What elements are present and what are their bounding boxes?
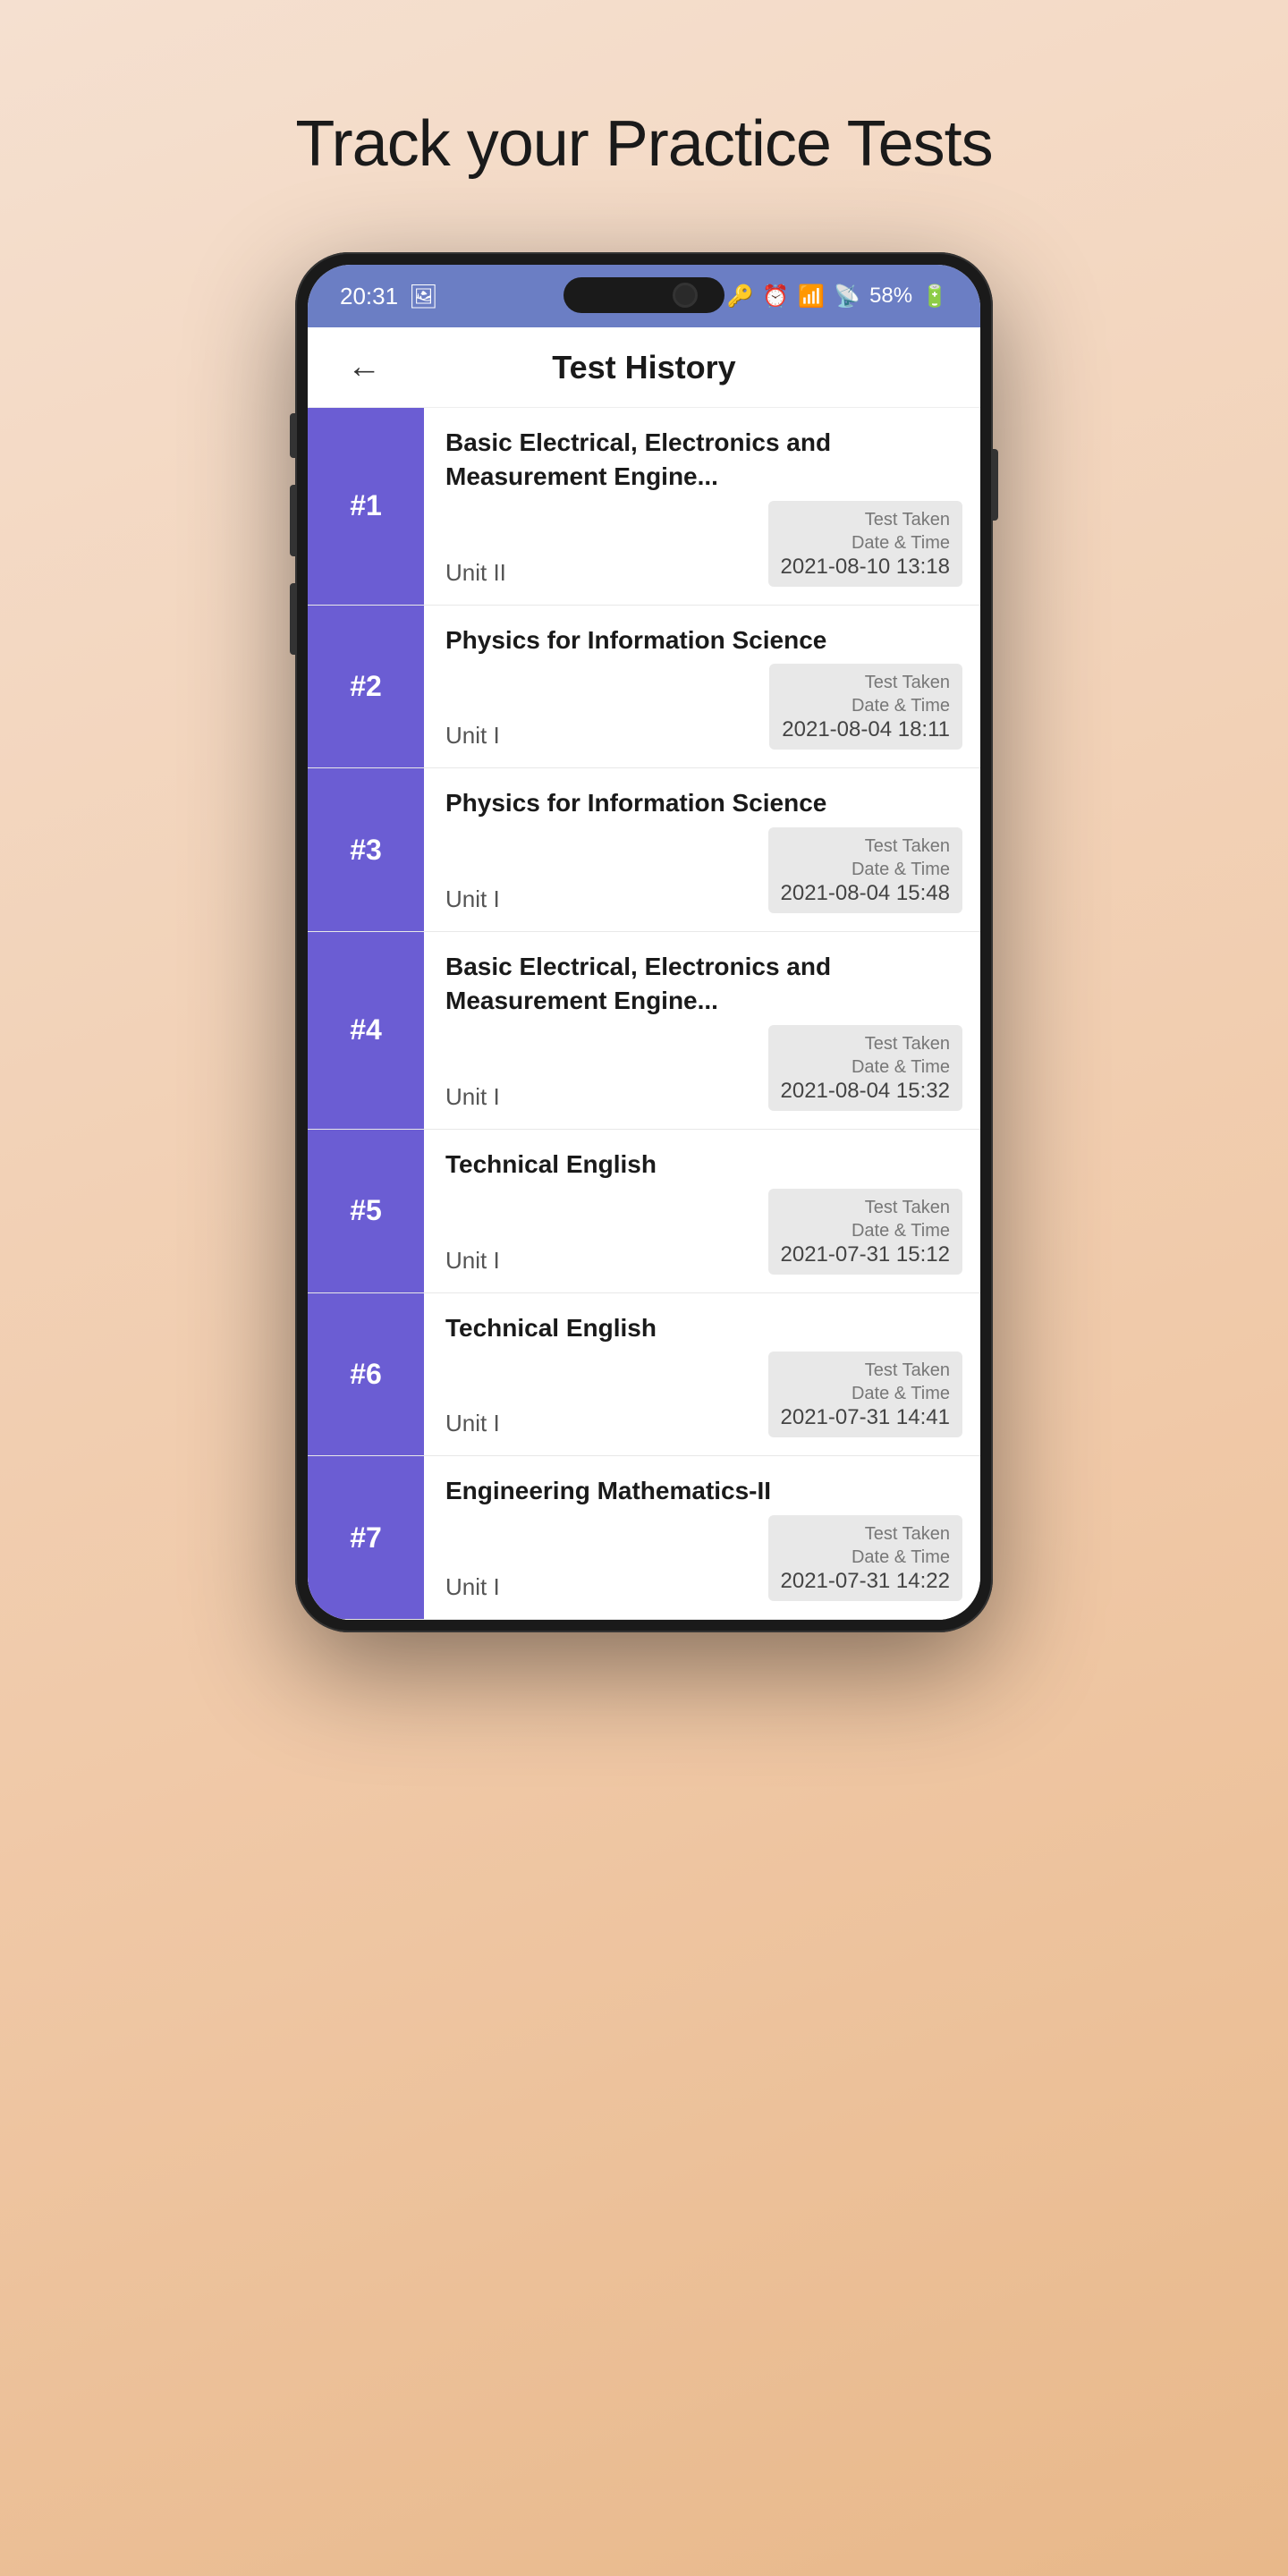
item-content: Engineering Mathematics-II Unit I Test T… — [424, 1456, 980, 1619]
item-content: Basic Electrical, Electronics and Measur… — [424, 408, 980, 605]
notch — [564, 277, 724, 313]
item-subject: Technical English — [445, 1311, 962, 1345]
item-subject: Physics for Information Science — [445, 786, 962, 820]
item-content: Physics for Information Science Unit I T… — [424, 606, 980, 768]
test-history-list: #1 Basic Electrical, Electronics and Mea… — [308, 408, 980, 1620]
item-subject: Physics for Information Science — [445, 623, 962, 657]
item-content: Technical English Unit I Test TakenDate … — [424, 1130, 980, 1292]
item-subject: Engineering Mathematics-II — [445, 1474, 962, 1508]
item-number-badge: #4 — [308, 932, 424, 1129]
extra-button — [290, 583, 295, 655]
status-right: 🔑 ⏰ 📶 📡 58% 🔋 — [727, 284, 949, 309]
item-subject: Technical English — [445, 1148, 962, 1182]
date-value: 2021-08-04 15:48 — [781, 881, 951, 906]
list-item[interactable]: #3 Physics for Information Science Unit … — [308, 768, 980, 932]
date-label: Test TakenDate & Time — [781, 1359, 951, 1405]
item-bottom: Unit I Test TakenDate & Time 2021-07-31 … — [445, 1352, 962, 1437]
item-number-badge: #6 — [308, 1293, 424, 1456]
battery-display: 58% — [869, 284, 912, 309]
alarm-icon: ⏰ — [762, 284, 789, 309]
volume-up-button — [290, 413, 295, 458]
list-item[interactable]: #4 Basic Electrical, Electronics and Mea… — [308, 932, 980, 1130]
item-bottom: Unit I Test TakenDate & Time 2021-07-31 … — [445, 1189, 962, 1275]
item-bottom: Unit I Test TakenDate & Time 2021-07-31 … — [445, 1515, 962, 1601]
app-header: ← Test History — [308, 327, 980, 408]
item-bottom: Unit II Test TakenDate & Time 2021-08-10… — [445, 501, 962, 587]
date-value: 2021-08-04 15:32 — [781, 1079, 951, 1104]
power-button — [993, 449, 998, 521]
signal-icon: 📡 — [834, 284, 860, 309]
volume-down-button — [290, 485, 295, 556]
item-number-badge: #1 — [308, 408, 424, 605]
list-item[interactable]: #7 Engineering Mathematics-II Unit I Tes… — [308, 1456, 980, 1620]
time-display: 20:31 — [340, 283, 398, 310]
phone-frame: 20:31 🖼 🔑 ⏰ 📶 📡 58% 🔋 ← Test History #1 … — [295, 252, 993, 1632]
item-unit: Unit I — [445, 1247, 500, 1275]
list-item[interactable]: #6 Technical English Unit I Test TakenDa… — [308, 1293, 980, 1457]
image-icon: 🖼 — [409, 283, 438, 310]
item-number-badge: #2 — [308, 606, 424, 768]
date-badge: Test TakenDate & Time 2021-08-04 18:11 — [769, 664, 962, 750]
status-left: 20:31 🖼 — [340, 283, 438, 310]
date-badge: Test TakenDate & Time 2021-08-10 13:18 — [768, 501, 963, 587]
date-value: 2021-08-10 13:18 — [781, 555, 951, 580]
battery-icon: 🔋 — [921, 284, 948, 309]
item-unit: Unit I — [445, 722, 500, 750]
key-icon: 🔑 — [727, 284, 754, 309]
list-item[interactable]: #2 Physics for Information Science Unit … — [308, 606, 980, 769]
wifi-icon: 📶 — [798, 284, 825, 309]
item-bottom: Unit I Test TakenDate & Time 2021-08-04 … — [445, 664, 962, 750]
date-badge: Test TakenDate & Time 2021-08-04 15:48 — [768, 827, 963, 913]
item-subject: Basic Electrical, Electronics and Measur… — [445, 950, 962, 1018]
item-content: Technical English Unit I Test TakenDate … — [424, 1293, 980, 1456]
date-badge: Test TakenDate & Time 2021-07-31 15:12 — [768, 1189, 963, 1275]
item-number-badge: #5 — [308, 1130, 424, 1292]
camera — [673, 283, 698, 308]
date-label: Test TakenDate & Time — [781, 1522, 951, 1569]
item-unit: Unit I — [445, 886, 500, 913]
date-value: 2021-08-04 18:11 — [782, 717, 950, 742]
date-badge: Test TakenDate & Time 2021-07-31 14:22 — [768, 1515, 963, 1601]
date-value: 2021-07-31 14:41 — [781, 1405, 951, 1430]
item-bottom: Unit I Test TakenDate & Time 2021-08-04 … — [445, 827, 962, 913]
item-bottom: Unit I Test TakenDate & Time 2021-08-04 … — [445, 1025, 962, 1111]
item-unit: Unit II — [445, 559, 506, 587]
list-item[interactable]: #1 Basic Electrical, Electronics and Mea… — [308, 408, 980, 606]
date-badge: Test TakenDate & Time 2021-08-04 15:32 — [768, 1025, 963, 1111]
date-value: 2021-07-31 15:12 — [781, 1242, 951, 1267]
date-label: Test TakenDate & Time — [781, 835, 951, 881]
item-unit: Unit I — [445, 1083, 500, 1111]
item-number-badge: #7 — [308, 1456, 424, 1619]
date-value: 2021-07-31 14:22 — [781, 1569, 951, 1594]
back-button[interactable]: ← — [340, 341, 388, 394]
screen-title: Test History — [552, 349, 735, 386]
item-content: Physics for Information Science Unit I T… — [424, 768, 980, 931]
item-unit: Unit I — [445, 1410, 500, 1437]
date-label: Test TakenDate & Time — [781, 1032, 951, 1079]
date-label: Test TakenDate & Time — [782, 671, 950, 717]
date-label: Test TakenDate & Time — [781, 508, 951, 555]
date-badge: Test TakenDate & Time 2021-07-31 14:41 — [768, 1352, 963, 1437]
date-label: Test TakenDate & Time — [781, 1196, 951, 1242]
item-unit: Unit I — [445, 1573, 500, 1601]
item-content: Basic Electrical, Electronics and Measur… — [424, 932, 980, 1129]
page-title: Track your Practice Tests — [295, 107, 992, 181]
phone-screen: 20:31 🖼 🔑 ⏰ 📶 📡 58% 🔋 ← Test History #1 … — [308, 265, 980, 1620]
list-item[interactable]: #5 Technical English Unit I Test TakenDa… — [308, 1130, 980, 1293]
item-number-badge: #3 — [308, 768, 424, 931]
item-subject: Basic Electrical, Electronics and Measur… — [445, 426, 962, 494]
